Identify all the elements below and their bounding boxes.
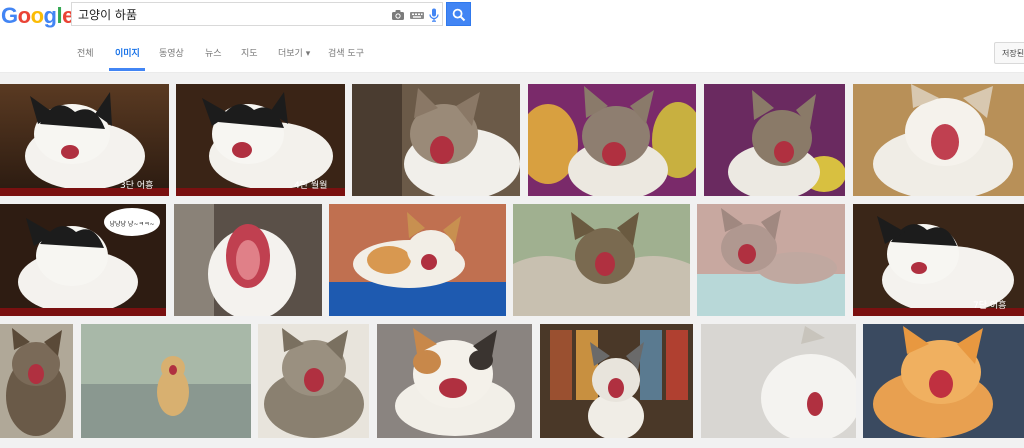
image-result[interactable]	[513, 204, 690, 316]
image-result[interactable]: 4단 월월	[176, 84, 345, 196]
image-result[interactable]	[540, 324, 693, 438]
image-result[interactable]	[258, 324, 369, 438]
search-tabs-bar: 전체 이미지 동영상 뉴스 지도 더보기 ▾ 검색 도구	[0, 34, 1024, 73]
search-input[interactable]	[78, 5, 378, 23]
image-result[interactable]	[863, 324, 1024, 438]
tab-maps[interactable]: 지도	[241, 46, 258, 59]
image-result[interactable]	[81, 324, 251, 438]
active-tab-indicator	[109, 68, 145, 71]
image-result[interactable]	[704, 84, 845, 196]
camera-icon[interactable]	[390, 7, 406, 23]
keyboard-icon[interactable]	[409, 7, 425, 23]
tab-news[interactable]: 뉴스	[205, 46, 222, 59]
logo-letter: o	[17, 3, 31, 28]
search-icon	[452, 7, 466, 26]
tab-images[interactable]: 이미지	[115, 46, 140, 59]
google-logo[interactable]: Google	[1, 3, 74, 29]
logo-letter: G	[1, 3, 18, 28]
logo-letter: o	[30, 3, 44, 28]
image-result[interactable]: 7단 어흥	[853, 204, 1024, 316]
microphone-icon[interactable]	[426, 7, 442, 23]
image-result[interactable]	[701, 324, 856, 438]
image-result[interactable]: 3단 어흥	[0, 84, 169, 196]
tab-all[interactable]: 전체	[77, 46, 94, 59]
image-result[interactable]	[329, 204, 506, 316]
image-result[interactable]	[174, 204, 322, 316]
saved-images-button[interactable]: 저장된 이	[994, 42, 1024, 64]
image-caption: 3단 어흥	[120, 179, 153, 191]
image-result[interactable]	[528, 84, 696, 196]
tab-videos[interactable]: 동영상	[159, 46, 184, 59]
image-result[interactable]	[697, 204, 845, 316]
image-result[interactable]	[853, 84, 1024, 196]
image-result[interactable]: 냥냥냥 냥~ㅋㅋ~	[0, 204, 166, 316]
image-result[interactable]	[352, 84, 520, 196]
image-result[interactable]	[377, 324, 532, 438]
image-caption: 7단 어흥	[973, 299, 1006, 311]
image-result[interactable]	[0, 324, 73, 438]
speech-bubble-text: 냥냥냥 냥~ㅋㅋ~	[109, 220, 154, 228]
search-button[interactable]	[446, 2, 471, 26]
tab-search-tools[interactable]: 검색 도구	[328, 46, 364, 59]
logo-letter: g	[43, 3, 57, 28]
search-box[interactable]	[71, 2, 443, 26]
tab-more[interactable]: 더보기 ▾	[278, 46, 310, 59]
top-bar: Google	[0, 0, 1024, 34]
image-caption: 4단 월월	[294, 179, 327, 191]
